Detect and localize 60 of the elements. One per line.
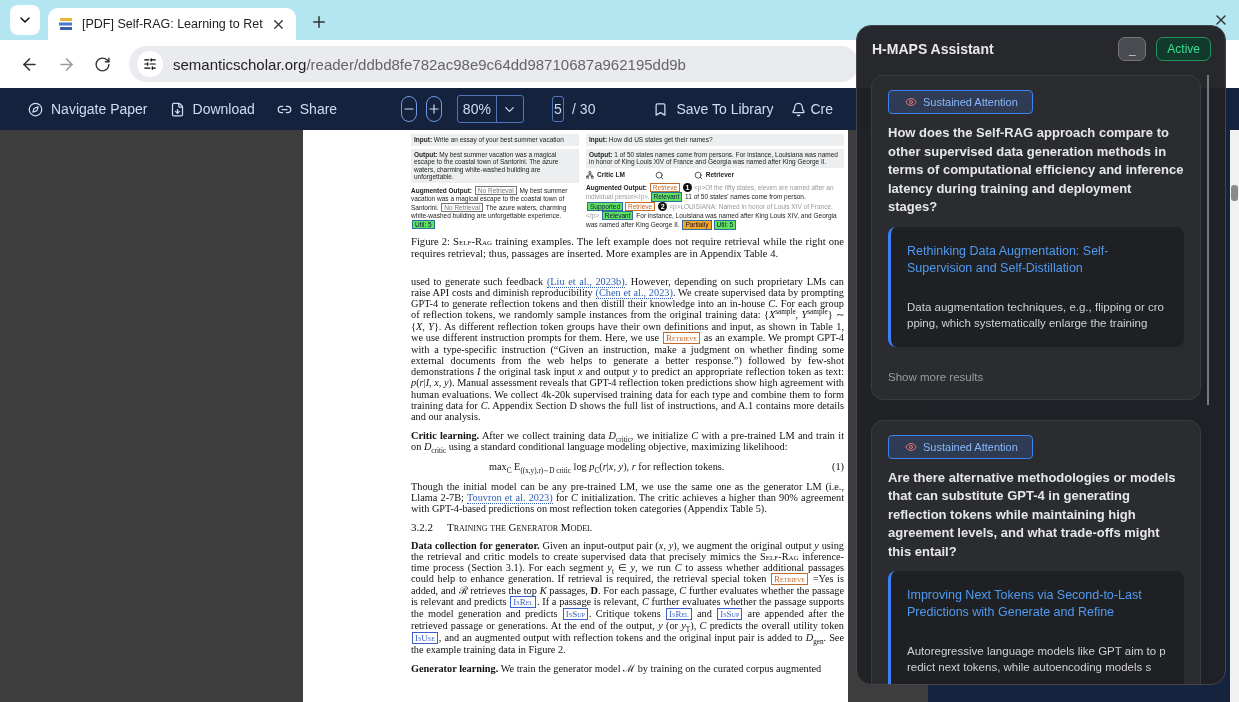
scrollbar-thumb[interactable] <box>1207 75 1209 405</box>
token-tag: IsRel <box>510 596 536 609</box>
scrollbar-thumb[interactable] <box>1231 185 1238 201</box>
result-title-link[interactable]: Improving Next Tokens via Second-to-Last Predictions with Generate and Refine <box>907 587 1168 621</box>
bookmark-icon <box>653 101 669 117</box>
magnifier-icon <box>693 170 703 180</box>
books-icon <box>58 16 74 32</box>
token-tag: IsUse <box>412 631 438 644</box>
plus-icon <box>426 102 441 116</box>
paragraph: Critic learning. After we collect training data D$_{critic}$, we initialize C with a pre-trained LM and train it on D$_{critic}$ using a standard conditional language modeling objective, maximizing likelihood: <box>411 430 844 453</box>
network-icon <box>586 171 594 180</box>
reload-icon[interactable] <box>94 55 111 73</box>
show-more-link[interactable]: Show more results <box>888 370 984 383</box>
citation-link[interactable]: Touvron et al. 2023) <box>466 492 553 505</box>
minimize-button[interactable]: _ <box>1118 37 1147 61</box>
result-card[interactable]: Improving Next Tokens via Second-to-Last Predictions with Generate and Refine Autoregressive language models like GPT aim to predict next tokens, while autoencoding models s <box>888 571 1184 684</box>
paragraph: Generator learning. We train the generator model ℳ by training on the curated corpus augmented <box>411 662 823 675</box>
paragraph: Though the initial model can be any pre-trained LM, we use the same one as the generator LM (i.e., Llama 2-7B; Touvron et al. 2023) for C initialization. The critic achieves a higher than 90% agreement with GPT-4-based predictions on most reflection token categories (Appendix Table 5). <box>411 480 844 515</box>
section-number: 3.2.2 <box>411 522 433 534</box>
page-total: / 30 <box>572 101 596 117</box>
url-text: semanticscholar.org/reader/ddbd8fe782ac98e9c64dd98710687a962195dd9b <box>173 55 686 73</box>
bell-icon <box>791 101 807 117</box>
token-tag: Retrieve <box>662 331 700 344</box>
attention-tag: Sustained Attention <box>888 434 1033 459</box>
equation-number: (1) <box>832 460 844 472</box>
token-tag: IsSup <box>562 608 588 621</box>
question-text: Are there alternative methodologies or models that can substitute GPT-4 in generating reflection tokens while maintaining high agreement levels, and what trade-offs might this entail? <box>888 468 1177 561</box>
result-snippet: Data augmentation techniques, e.g., flipping or cropping, which systematically enlarge the training <box>907 299 1165 331</box>
section-heading: Training the Generator Model <box>447 522 592 534</box>
magnifier-icon <box>654 170 664 180</box>
toolbar-button[interactable]: Navigate Paper <box>28 101 148 117</box>
token-tag: Retrieve <box>771 573 809 586</box>
result-snippet: Autoregressive language models like GPT aim to predict next tokens, while autoencoding models s <box>907 644 1167 675</box>
figure-caption: Figure 2: Self-Rag training examples. The left example does not require retrieval while the right one requires retrieval; thus, passages are inserted. More examples are in Appendix Table 4. <box>411 235 844 260</box>
citation-link[interactable]: (Chen et al., 2023) <box>595 287 673 299</box>
panel-title: H-MAPS Assistant <box>872 41 995 57</box>
token-tag: IsSup <box>717 608 743 621</box>
toolbar-button[interactable]: Share <box>276 101 338 117</box>
file-download-icon <box>169 101 185 117</box>
address-field[interactable]: semanticscholar.org/reader/ddbd8fe782ac98e9c64dd98710687a962195dd9b <box>129 46 859 82</box>
tab-title: [PDF] Self-RAG: Learning to Ret <box>82 17 263 31</box>
compass-icon <box>28 101 43 117</box>
attention-tag: Sustained Attention <box>888 90 1033 114</box>
browser-tab[interactable]: [PDF] Self-RAG: Learning to Ret <box>48 8 296 40</box>
result-card[interactable]: Rethinking Data Augmentation: Self-Supervision and Self-Distillation Data augmentation techniques, e.g., flipping or cropping, which systematically enlarge the training <box>888 226 1184 347</box>
question-text: How does the Self-RAG approach compare to other supervised data generation methods in terms of computational efficiency and inference latency during training and deployment stages? <box>888 124 1184 216</box>
zoom-select[interactable]: 80% <box>456 95 524 123</box>
page-number-field[interactable]: 5 <box>551 96 565 122</box>
eye-icon <box>905 440 917 453</box>
status-badge: Active <box>1156 37 1211 61</box>
token-tag: IsRel <box>666 608 692 621</box>
scrollbar[interactable] <box>1230 130 1239 702</box>
citation-link[interactable]: (Liu et al., 2023b) <box>546 275 625 288</box>
toolbar-button[interactable]: Save To Library <box>653 101 774 117</box>
toolbar-button[interactable]: Download <box>169 101 255 117</box>
eye-icon <box>905 96 917 108</box>
site-settings-icon[interactable] <box>137 51 163 77</box>
result-title-link[interactable]: Rethinking Data Augmentation: Self-Supervision and Self-Distillation <box>907 242 1168 277</box>
toolbar-button[interactable]: Cre <box>791 101 833 117</box>
tab-list-button[interactable] <box>10 5 40 35</box>
